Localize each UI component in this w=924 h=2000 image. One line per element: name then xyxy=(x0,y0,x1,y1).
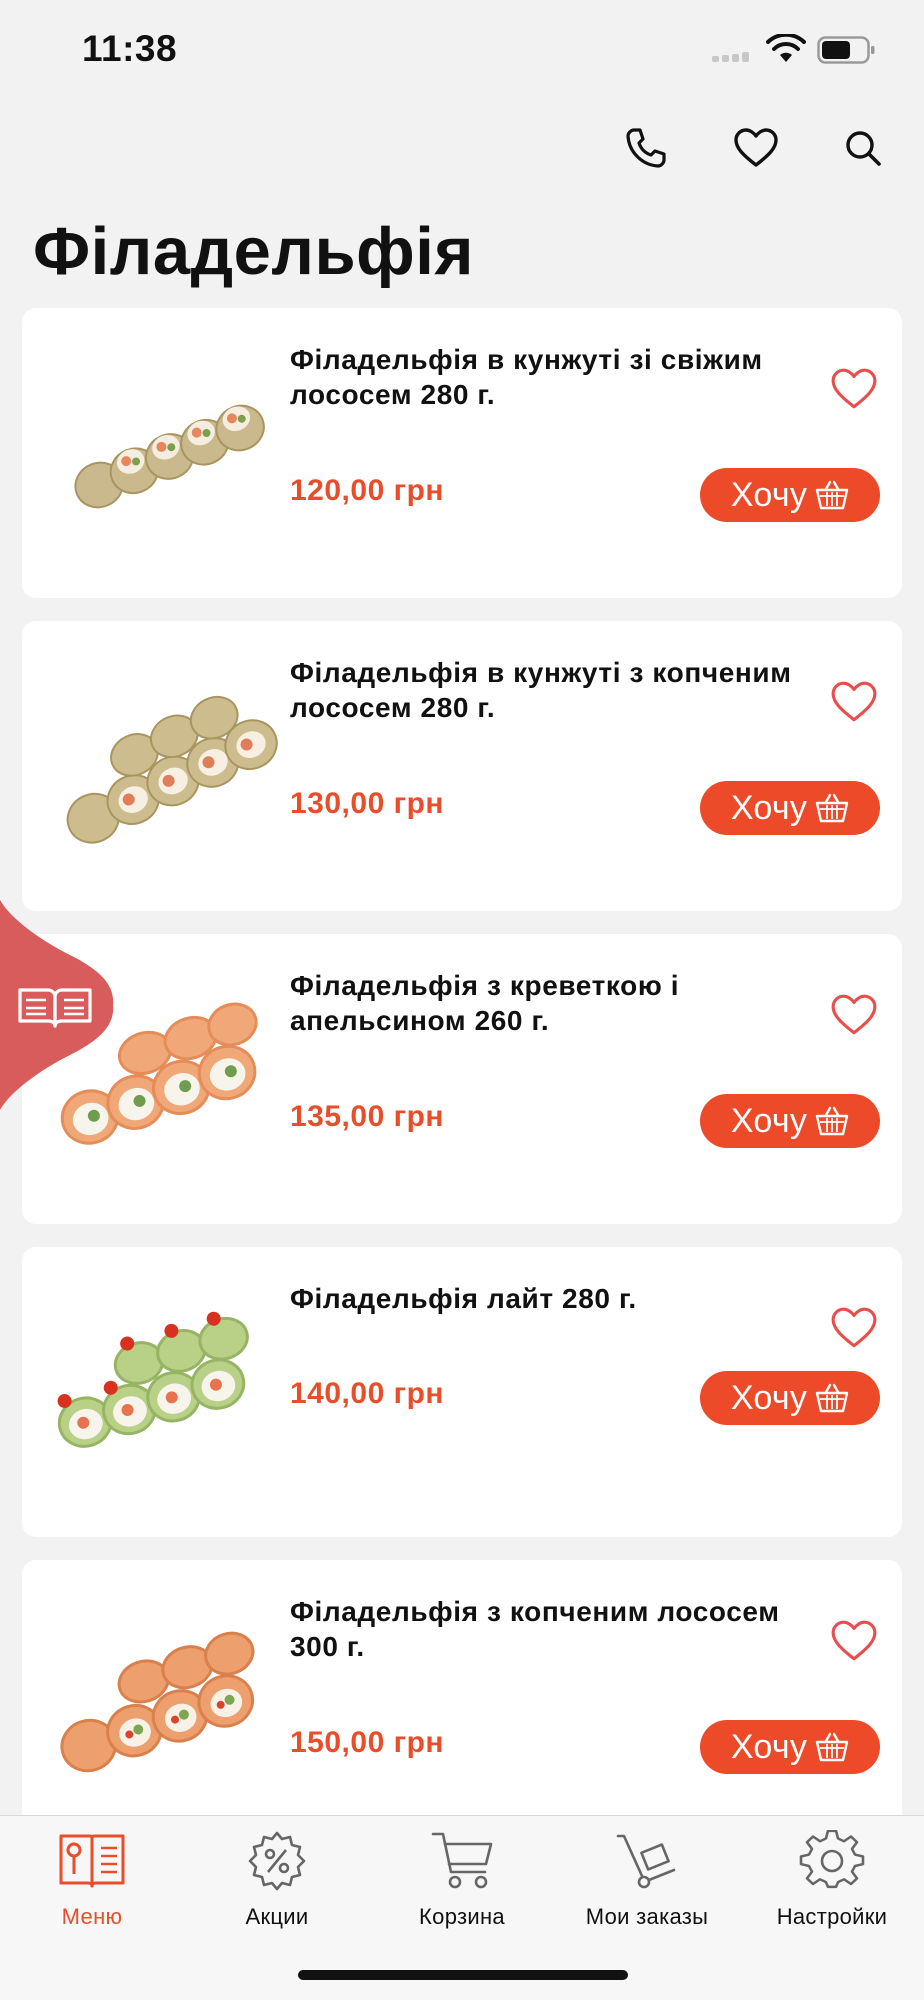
basket-icon xyxy=(815,793,849,823)
product-card[interactable]: Філадельфія з креветкою і апельсином 260… xyxy=(22,934,902,1224)
wifi-icon xyxy=(766,34,806,62)
favorite-button[interactable] xyxy=(826,677,882,727)
favorite-button[interactable] xyxy=(826,1616,882,1666)
side-menu-tab[interactable] xyxy=(0,900,115,1110)
basket-icon xyxy=(815,1106,849,1136)
search-button[interactable] xyxy=(835,120,891,176)
tab-label: Мои заказы xyxy=(585,1904,709,1929)
favorite-button[interactable] xyxy=(826,990,882,1040)
add-to-cart-label: Хочу xyxy=(730,1378,808,1417)
basket-icon xyxy=(815,1732,849,1762)
tab-cart[interactable]: Корзина xyxy=(370,1816,554,1946)
hand-truck-icon xyxy=(616,1834,676,1889)
app-screen: 11:38 Філадельфія Філадельфія в кунжуті … xyxy=(0,0,924,2000)
search-icon xyxy=(846,131,881,166)
tab-settings[interactable]: Настройки xyxy=(740,1816,924,1946)
heart-outline-icon xyxy=(831,1620,877,1661)
add-to-cart-button[interactable]: Хочу xyxy=(700,1720,880,1774)
sushi-image xyxy=(66,695,278,844)
add-to-cart-label: Хочу xyxy=(730,1727,808,1766)
battery-icon xyxy=(817,36,875,64)
product-title: Філадельфія з копченим лососем 300 г. xyxy=(290,1596,780,1662)
basket-icon xyxy=(815,1383,849,1413)
favorites-button[interactable] xyxy=(728,120,784,176)
phone-icon xyxy=(626,128,666,168)
status-bar: 11:38 xyxy=(0,0,924,100)
product-card[interactable]: Філадельфія в кунжуті зі свіжим лососем … xyxy=(22,308,902,598)
product-card[interactable]: Філадельфія лайт 280 г. 140,00 грн Хочу xyxy=(22,1247,902,1537)
sushi-image xyxy=(74,404,265,509)
add-to-cart-button[interactable]: Хочу xyxy=(700,1371,880,1425)
cart-icon xyxy=(431,1832,493,1889)
product-title: Філадельфія в кунжуті з копченим лососем… xyxy=(290,657,792,723)
heart-outline-icon xyxy=(831,368,877,409)
add-to-cart-label: Хочу xyxy=(730,788,808,827)
add-to-cart-button[interactable]: Хочу xyxy=(700,781,880,835)
add-to-cart-label: Хочу xyxy=(730,475,808,514)
tab-promotions[interactable]: Акции xyxy=(185,1816,369,1946)
home-indicator xyxy=(298,1970,628,1980)
favorite-button[interactable] xyxy=(826,364,882,414)
product-title: Філадельфія з креветкою і апельсином 260… xyxy=(290,970,680,1036)
product-card[interactable]: Філадельфія в кунжуті з копченим лососем… xyxy=(22,621,902,911)
product-price: 135,00 грн xyxy=(290,1100,445,1133)
cellular-signal-icon xyxy=(712,52,752,62)
product-card[interactable]: Філадельфія з копченим лососем 300 г. 15… xyxy=(22,1560,902,1850)
basket-icon xyxy=(815,480,849,510)
page-title: Філадельфія xyxy=(33,214,474,289)
heart-outline-icon xyxy=(831,681,877,722)
sushi-image xyxy=(57,1311,249,1448)
status-time: 11:38 xyxy=(82,28,178,69)
phone-button[interactable] xyxy=(618,120,674,176)
add-to-cart-button[interactable]: Хочу xyxy=(700,468,880,522)
product-title: Філадельфія в кунжуті зі свіжим лососем … xyxy=(290,344,763,410)
heart-outline-icon xyxy=(831,994,877,1035)
product-title: Філадельфія лайт 280 г. xyxy=(290,1283,637,1314)
product-price: 140,00 грн xyxy=(290,1377,445,1410)
tab-my-orders[interactable]: Мои заказы xyxy=(555,1816,739,1946)
product-price: 120,00 грн xyxy=(290,474,445,507)
product-price: 130,00 грн xyxy=(290,787,445,820)
heart-icon xyxy=(734,128,778,167)
favorite-button[interactable] xyxy=(826,1303,882,1353)
gear-icon xyxy=(799,1830,865,1889)
add-to-cart-button[interactable]: Хочу xyxy=(700,1094,880,1148)
tab-label: Корзина xyxy=(419,1904,505,1929)
sushi-image xyxy=(60,1631,255,1773)
menu-book-icon xyxy=(59,1834,125,1888)
product-price: 150,00 грн xyxy=(290,1726,445,1759)
add-to-cart-label: Хочу xyxy=(730,1101,808,1140)
tab-label: Меню xyxy=(61,1904,123,1929)
tab-label: Акции xyxy=(245,1904,309,1929)
heart-outline-icon xyxy=(831,1307,877,1348)
tab-label: Настройки xyxy=(776,1904,888,1929)
tab-menu[interactable]: Меню xyxy=(0,1816,184,1946)
discount-gear-icon xyxy=(248,1831,306,1891)
